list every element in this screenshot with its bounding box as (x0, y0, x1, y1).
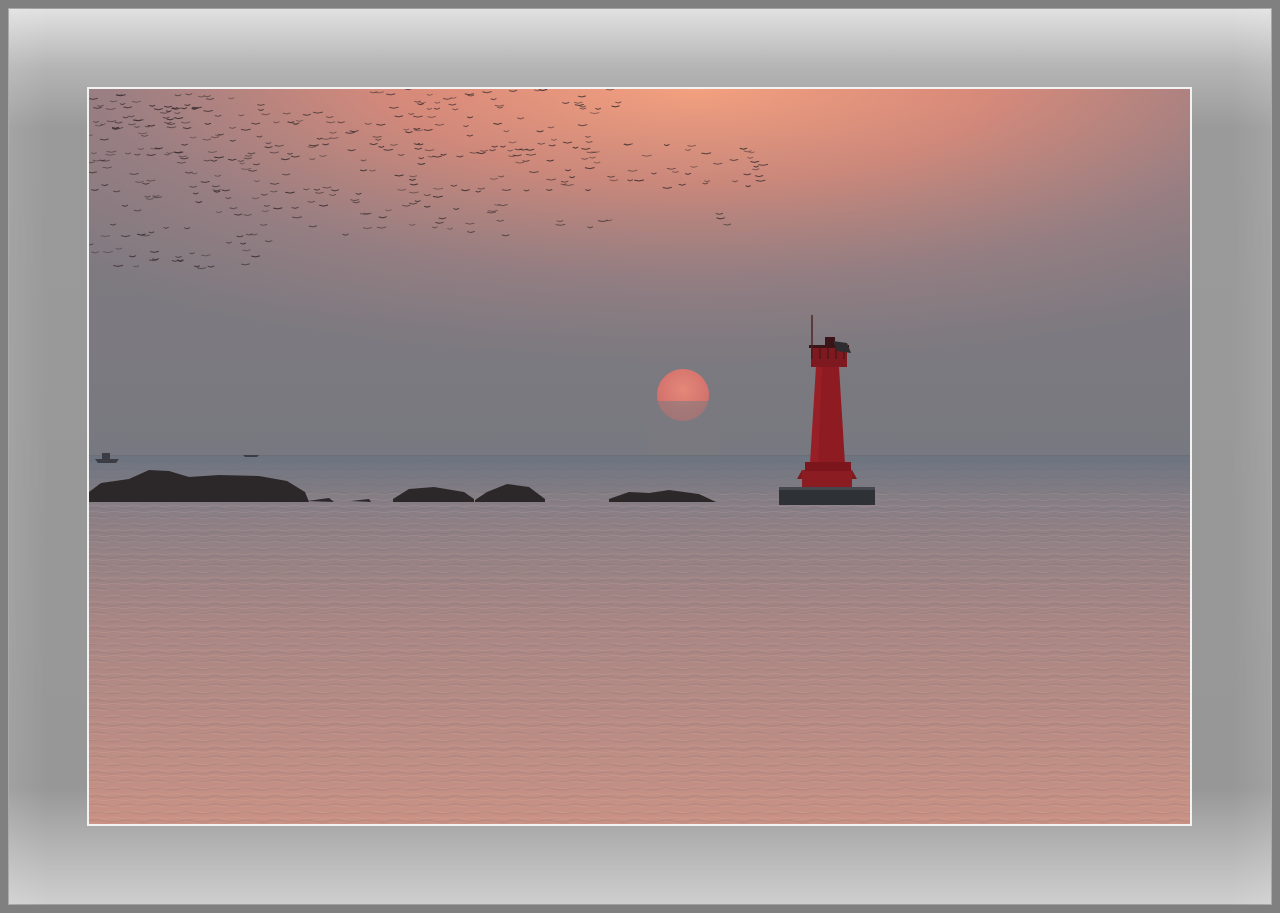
outer-frame (0, 0, 1280, 913)
sunset-photo (89, 89, 1190, 824)
